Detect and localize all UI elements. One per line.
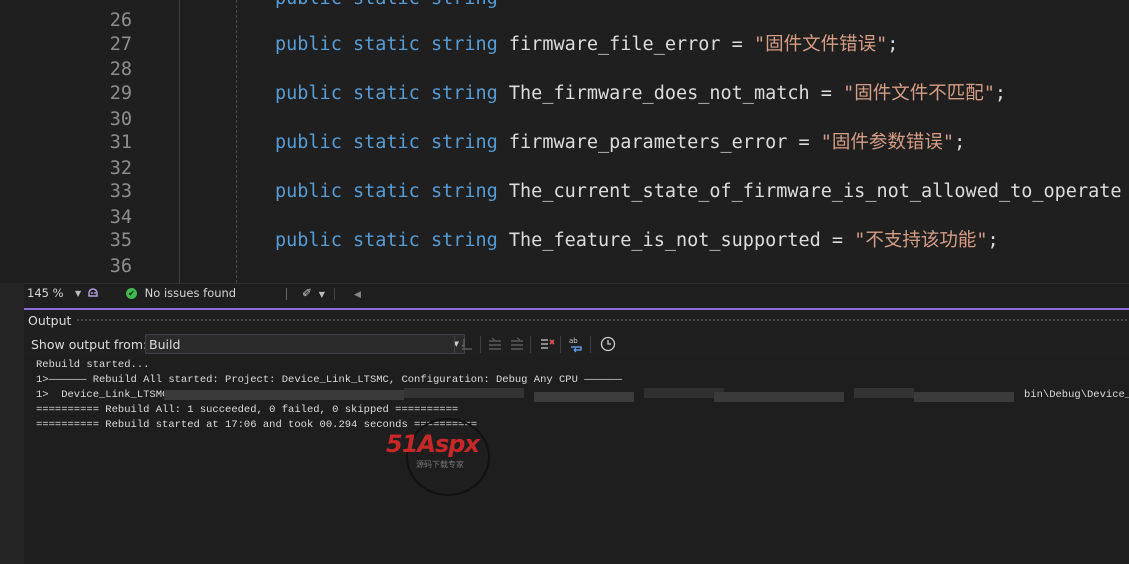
line-number: 26: [109, 10, 132, 31]
output-line-tail: bin\Debug\Device_Li: [1024, 389, 1129, 401]
code-line: 35 public static string The_feature_is_n…: [0, 229, 1129, 253]
code-line: 26: [0, 9, 1129, 33]
code-line: 32: [0, 157, 1129, 181]
line-number: 29: [109, 83, 132, 104]
show-output-from-label: Show output from:: [31, 337, 148, 352]
code-line: 33 public static string The_current_stat…: [0, 180, 1129, 204]
line-number: 30: [109, 109, 132, 130]
check-circle-icon: ✔: [126, 288, 137, 299]
previous-message-icon[interactable]: [486, 335, 504, 353]
identifier: The_feature_is_not_supported: [508, 230, 821, 251]
string-literal: "固件文件错误": [753, 34, 888, 55]
caret-left-icon: ◀: [354, 290, 361, 300]
issues-label: No issues found: [144, 286, 237, 300]
issues-indicator[interactable]: ✔ No issues found: [126, 284, 236, 303]
code-cleanup-button[interactable]: ✐ ▼: [302, 284, 325, 303]
zoom-level: 145 %: [27, 286, 64, 300]
broom-icon: ✐: [302, 286, 313, 300]
chevron-down-icon: ▼: [318, 290, 325, 299]
output-panel-drag-grip[interactable]: [76, 318, 1129, 323]
editor-status-bar: 145 % ▼ ✔ No issues found ✐ ▼ ◀: [24, 283, 1129, 303]
toolbar-separator: [590, 336, 591, 353]
next-message-icon[interactable]: [508, 335, 526, 353]
line-number: 34: [109, 207, 132, 228]
code-line: 27 public static string firmware_file_er…: [0, 33, 1129, 57]
output-panel-accent-bar: [24, 308, 1129, 310]
code-line: 28: [0, 58, 1129, 82]
toolbar-separator: [530, 336, 531, 353]
code-statement: public static string The_firmware_does_n…: [275, 83, 1006, 104]
line-number: 35: [109, 230, 132, 251]
line-number: 27: [109, 34, 132, 55]
code-line: 31 public static string firmware_paramet…: [0, 131, 1129, 155]
identifier: The_firmware_does_not_match: [508, 83, 810, 104]
line-number: 32: [109, 158, 132, 179]
string-literal: "固件文件不匹配": [843, 83, 995, 104]
output-line: 1>—————— Rebuild All started: Project: D…: [36, 374, 622, 386]
output-line: 1> Device_Link_LTSMC: [36, 389, 169, 401]
toolbar-separator: [480, 336, 481, 353]
identifier: firmware_file_error: [508, 34, 721, 55]
status-divider: [286, 288, 287, 300]
output-text-area[interactable]: Rebuild started... 1>—————— Rebuild All …: [24, 358, 1129, 564]
watermark-sub: 源码下载专家: [416, 461, 464, 470]
status-divider: [334, 288, 335, 300]
code-statement: public static string firmware_file_error…: [275, 34, 899, 55]
zoom-level-dropdown[interactable]: 145 % ▼: [27, 284, 81, 303]
svg-text:ab: ab: [569, 337, 578, 345]
code-line: 34: [0, 206, 1129, 230]
output-line: Rebuild started...: [36, 359, 150, 371]
watermark-logo: 51Aspx 源码下载专家: [386, 416, 516, 496]
string-literal: "不支持该功能": [854, 230, 988, 251]
toolbar-separator: [560, 336, 561, 353]
output-panel-title: Output: [28, 313, 72, 328]
identifier: firmware_parameters_error: [508, 132, 788, 153]
toolbar-separator: [454, 336, 455, 353]
code-statement: public static string The_feature_is_not_…: [275, 230, 999, 251]
line-number: 28: [109, 59, 132, 80]
output-toolbar: Show output from: Build ▼ ab: [24, 333, 1129, 357]
copilot-icon[interactable]: [86, 285, 100, 304]
output-source-select[interactable]: Build ▼: [145, 334, 465, 354]
chevron-down-icon: ▼: [75, 289, 82, 298]
code-line: 29 public static string The_firmware_doe…: [0, 82, 1129, 106]
find-message-in-code-icon[interactable]: [458, 335, 476, 353]
watermark-brand: 51Aspx: [386, 430, 480, 458]
toggle-word-wrap-icon[interactable]: ab: [568, 335, 586, 353]
line-number: 33: [109, 181, 132, 202]
clock-icon[interactable]: [599, 335, 617, 353]
clear-all-icon[interactable]: [538, 335, 556, 353]
line-number: 36: [109, 256, 132, 277]
code-statement: public static string firmware_parameters…: [275, 132, 966, 153]
code-line: 36: [0, 255, 1129, 279]
scroll-left-button[interactable]: ◀: [354, 284, 361, 303]
string-literal: "固件参数错误": [820, 132, 955, 153]
code-line: 30: [0, 108, 1129, 132]
identifier: The_current_state_of_firmware_is_not_all…: [508, 181, 1122, 202]
selected-source: Build: [149, 337, 181, 352]
code-editor[interactable]: public static string 26 27 public static…: [0, 0, 1129, 283]
code-statement: public static string The_current_state_o…: [275, 181, 1122, 202]
line-number: 31: [109, 132, 132, 153]
